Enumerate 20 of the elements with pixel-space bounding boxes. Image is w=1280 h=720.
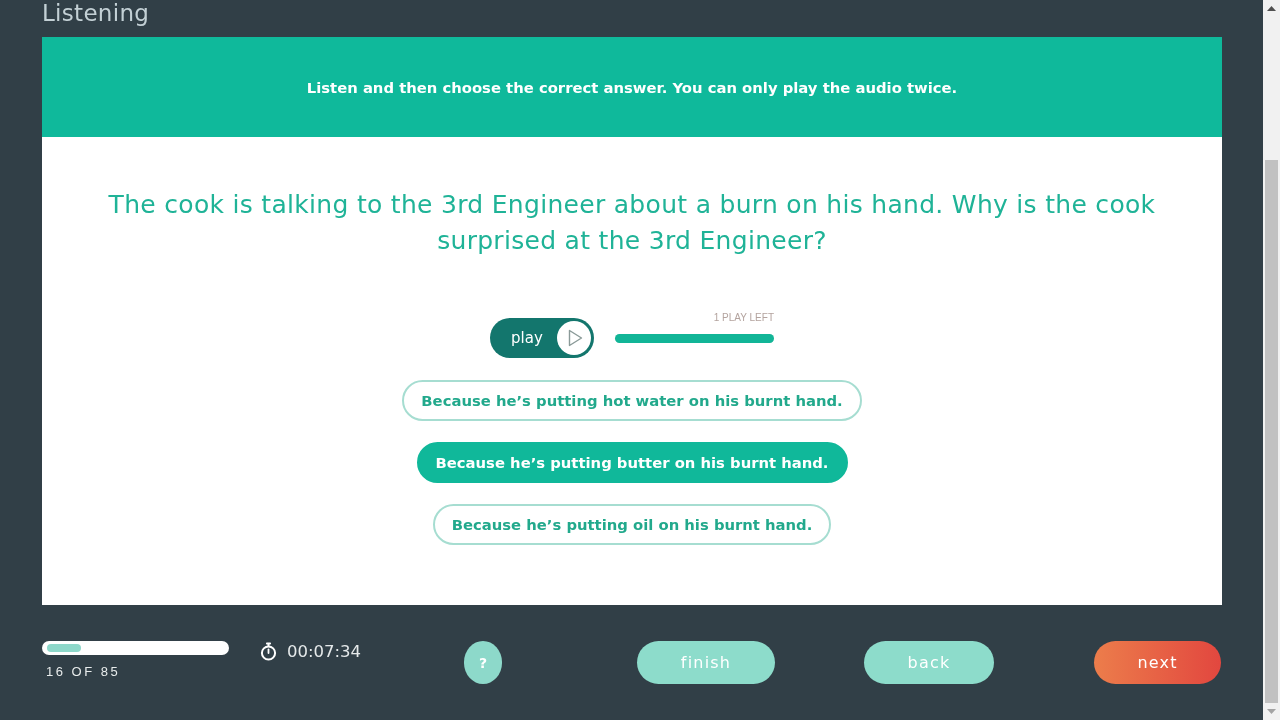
answer-option[interactable]: Because he’s putting butter on his burnt hand. — [416, 442, 848, 483]
answer-option[interactable]: Because he’s putting oil on his burnt hand. — [432, 504, 832, 545]
next-button[interactable]: next — [1094, 641, 1221, 684]
finish-button[interactable]: finish — [637, 641, 775, 684]
scroll-up-arrow-icon[interactable] — [1267, 6, 1276, 11]
instruction-text: Listen and then choose the correct answer. You can only play the audio twice. — [306, 78, 958, 96]
stopwatch-icon — [260, 642, 277, 661]
back-button[interactable]: back — [864, 641, 994, 684]
plays-left-label: 1 PLAY LEFT — [713, 312, 774, 324]
scroll-down-arrow-icon[interactable] — [1267, 709, 1276, 714]
question-text: The cook is talking to the 3rd Engineer about a burn on his hand. Why is the cook surprised at the 3rd Engineer? — [107, 189, 1157, 257]
play-button[interactable]: play — [490, 318, 594, 358]
play-icon — [557, 321, 591, 355]
timer-text: 00:07:34 — [287, 642, 362, 661]
scrollbar[interactable] — [1263, 0, 1280, 720]
progress-label: 16 OF 85 — [45, 664, 121, 679]
scrollbar-thumb[interactable] — [1265, 160, 1278, 703]
page-title: Listening — [42, 0, 150, 26]
answer-option[interactable]: Because he’s putting hot water on his burnt hand. — [402, 380, 862, 421]
help-button[interactable]: ? — [464, 641, 502, 684]
